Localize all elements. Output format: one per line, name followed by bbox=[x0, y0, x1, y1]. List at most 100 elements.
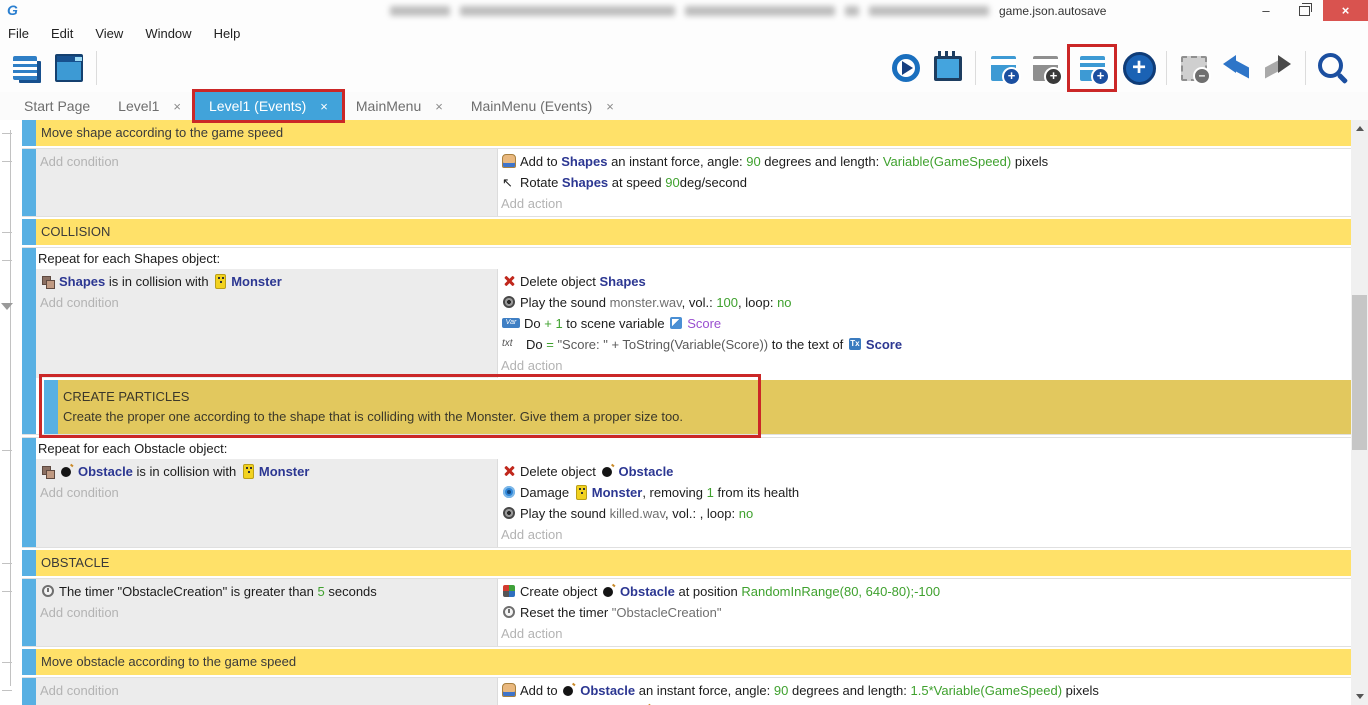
tab-close-icon[interactable]: × bbox=[435, 99, 443, 114]
actions-cell[interactable]: Delete object ObstacleDamage Monster, re… bbox=[497, 459, 1351, 547]
menu-item-file[interactable]: File bbox=[8, 26, 29, 41]
action-line[interactable]: Add to Obstacle an instant force, angle:… bbox=[498, 680, 1351, 701]
menu-bar: File Edit View Window Help bbox=[0, 22, 1368, 45]
conditions-cell[interactable]: Shapes is in collision with Monster Add c… bbox=[36, 269, 497, 378]
actions-cell[interactable]: Add to Shapes an instant force, angle: 9… bbox=[497, 149, 1351, 216]
menu-item-window[interactable]: Window bbox=[145, 26, 191, 41]
tab-start-page[interactable]: Start Page bbox=[10, 92, 104, 120]
conditions-cell[interactable]: Obstacle is in collision with Monster Add… bbox=[36, 459, 497, 547]
add-subevent-icon[interactable] bbox=[1027, 48, 1063, 88]
comment-block[interactable]: OBSTACLE bbox=[22, 550, 1351, 576]
event-block[interactable]: Add condition Add to Obstacle an instant … bbox=[22, 677, 1351, 705]
events-sheet[interactable]: Move shape according to the game speedAd… bbox=[0, 120, 1351, 705]
add-condition[interactable]: Add condition bbox=[40, 154, 119, 169]
search-icon[interactable] bbox=[1315, 48, 1351, 88]
condition-line[interactable]: Obstacle is in collision with Monster bbox=[36, 461, 497, 482]
event-block[interactable]: Repeat for each Obstacle object:Obstacle… bbox=[22, 437, 1351, 548]
actions-cell[interactable]: Add to Obstacle an instant force, angle:… bbox=[497, 678, 1351, 705]
menu-item-view[interactable]: View bbox=[95, 26, 123, 41]
redo-icon[interactable] bbox=[1260, 48, 1296, 88]
conditions-cell[interactable]: The timer "ObstacleCreation" is greater … bbox=[36, 579, 497, 646]
tab-mainmenu[interactable]: MainMenu× bbox=[342, 92, 457, 120]
event-drag-bar[interactable] bbox=[22, 248, 36, 434]
conditions-cell[interactable]: Add condition bbox=[36, 149, 497, 216]
minimize-icon[interactable]: – bbox=[1247, 0, 1285, 21]
action-line[interactable]: Damage Monster, removing 1 from its heal… bbox=[498, 482, 1351, 503]
action-line[interactable]: Delete object Obstacle bbox=[498, 461, 1351, 482]
add-condition[interactable]: Add condition bbox=[40, 683, 119, 698]
add-circle-icon[interactable] bbox=[1121, 48, 1157, 88]
event-drag-bar[interactable] bbox=[22, 678, 36, 705]
add-action[interactable]: Add action bbox=[501, 358, 562, 373]
action-line[interactable]: Reset the timer "ObstacleCreation" bbox=[498, 602, 1351, 623]
scroll-down-icon[interactable] bbox=[1351, 688, 1368, 705]
remove-event-icon[interactable] bbox=[1176, 48, 1212, 88]
close-icon[interactable]: × bbox=[1323, 0, 1368, 21]
undo-icon[interactable] bbox=[1218, 48, 1254, 88]
event-drag-bar[interactable] bbox=[22, 550, 36, 576]
start-page-icon[interactable] bbox=[51, 48, 87, 88]
condition-line[interactable]: Add condition bbox=[36, 680, 497, 701]
event-block[interactable]: Repeat for each Shapes object:Shapes is … bbox=[22, 247, 1351, 435]
action-line[interactable]: Rotate Shapes at speed 90deg/second bbox=[498, 172, 1351, 193]
add-comment-icon[interactable] bbox=[1074, 48, 1110, 88]
restore-icon[interactable] bbox=[1285, 0, 1323, 21]
event-drag-bar[interactable] bbox=[22, 579, 36, 646]
tab-close-icon[interactable]: × bbox=[606, 99, 614, 114]
scroll-up-icon[interactable] bbox=[1351, 120, 1368, 137]
conditions-cell[interactable]: Add condition bbox=[36, 678, 497, 705]
add-condition[interactable]: Add condition bbox=[40, 295, 119, 310]
event-drag-bar[interactable] bbox=[22, 120, 36, 146]
collapse-arrow-icon[interactable] bbox=[1, 303, 13, 310]
comment-block[interactable]: Move shape according to the game speed bbox=[22, 120, 1351, 146]
action-line[interactable]: Add action bbox=[498, 355, 1351, 376]
tab-close-icon[interactable]: × bbox=[320, 99, 328, 114]
add-condition[interactable]: Add condition bbox=[40, 485, 119, 500]
event-drag-bar[interactable] bbox=[22, 149, 36, 216]
menu-item-help[interactable]: Help bbox=[214, 26, 241, 41]
condition-line[interactable]: Add condition bbox=[36, 151, 497, 172]
add-action[interactable]: Add action bbox=[501, 527, 562, 542]
scrollbar-thumb[interactable] bbox=[1352, 295, 1367, 450]
tab-close-icon[interactable]: × bbox=[173, 99, 181, 114]
action-line[interactable]: Add action bbox=[498, 193, 1351, 214]
tab-mainmenu-events-[interactable]: MainMenu (Events)× bbox=[457, 92, 628, 120]
project-manager-icon[interactable] bbox=[9, 48, 45, 88]
action-line[interactable]: Do = 4 to Z-order of Obstacle bbox=[498, 701, 1351, 705]
action-line[interactable]: Add action bbox=[498, 524, 1351, 545]
action-line[interactable]: Do = "Score: " + ToString(Variable(Score… bbox=[498, 334, 1351, 355]
actions-cell[interactable]: Delete object ShapesPlay the sound monst… bbox=[497, 269, 1351, 378]
comment-block[interactable]: CREATE PARTICLESCreate the proper one ac… bbox=[44, 380, 1351, 434]
action-line[interactable]: Play the sound killed.wav, vol.: , loop:… bbox=[498, 503, 1351, 524]
event-drag-bar[interactable] bbox=[22, 219, 36, 245]
add-action[interactable]: Add action bbox=[501, 626, 562, 641]
action-line[interactable]: Create object Obstacle at position Rando… bbox=[498, 581, 1351, 602]
comment-block[interactable]: Move obstacle according to the game spee… bbox=[22, 649, 1351, 675]
condition-line[interactable]: Add condition bbox=[36, 602, 497, 623]
add-condition[interactable]: Add condition bbox=[40, 605, 119, 620]
debug-icon[interactable] bbox=[930, 48, 966, 88]
event-block[interactable]: Add condition Add to Shapes an instant fo… bbox=[22, 148, 1351, 217]
event-drag-bar[interactable] bbox=[44, 380, 58, 434]
condition-line[interactable]: The timer "ObstacleCreation" is greater … bbox=[36, 581, 497, 602]
action-line[interactable]: Delete object Shapes bbox=[498, 271, 1351, 292]
condition-line[interactable]: Add condition bbox=[36, 482, 497, 503]
tab-level1[interactable]: Level1× bbox=[104, 92, 195, 120]
menu-item-edit[interactable]: Edit bbox=[51, 26, 73, 41]
condition-line[interactable]: Add condition bbox=[36, 292, 497, 313]
add-action[interactable]: Add action bbox=[501, 196, 562, 211]
vertical-scrollbar[interactable] bbox=[1351, 120, 1368, 705]
event-drag-bar[interactable] bbox=[22, 649, 36, 675]
play-icon[interactable] bbox=[888, 48, 924, 88]
action-line[interactable]: Add action bbox=[498, 623, 1351, 644]
tab-level1-events-[interactable]: Level1 (Events)× bbox=[195, 92, 342, 120]
action-line[interactable]: Do + 1 to scene variable Score bbox=[498, 313, 1351, 334]
comment-block[interactable]: COLLISION bbox=[22, 219, 1351, 245]
action-line[interactable]: Play the sound monster.wav, vol.: 100, l… bbox=[498, 292, 1351, 313]
condition-line[interactable]: Shapes is in collision with Monster bbox=[36, 271, 497, 292]
add-event-icon[interactable] bbox=[985, 48, 1021, 88]
event-block[interactable]: The timer "ObstacleCreation" is greater … bbox=[22, 578, 1351, 647]
action-line[interactable]: Add to Shapes an instant force, angle: 9… bbox=[498, 151, 1351, 172]
actions-cell[interactable]: Create object Obstacle at position Rando… bbox=[497, 579, 1351, 646]
event-drag-bar[interactable] bbox=[22, 438, 36, 547]
